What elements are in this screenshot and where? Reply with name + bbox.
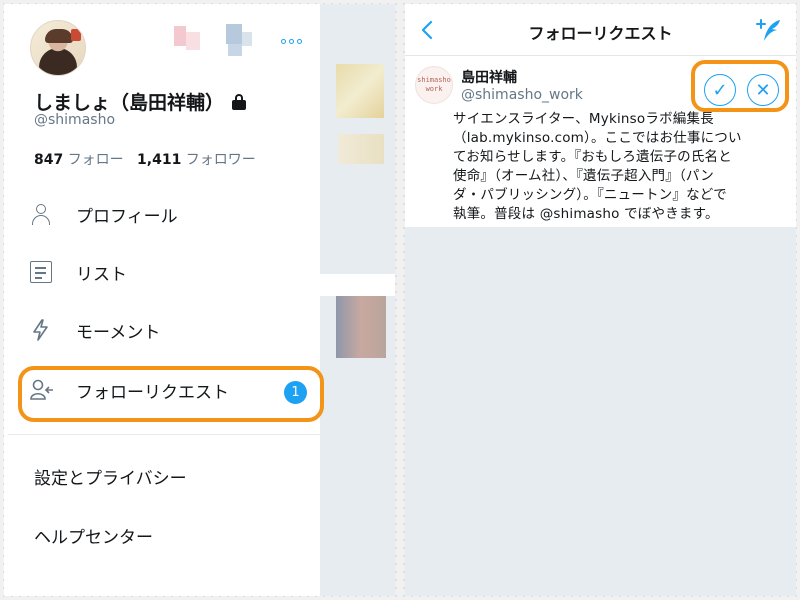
followers-count: 1,411 (137, 152, 182, 168)
avatar-text: work (425, 85, 443, 93)
drawer-divider (8, 434, 320, 435)
menu-item-lists[interactable]: リスト (30, 257, 127, 287)
timeline-separator (320, 274, 395, 296)
menu-item-profile[interactable]: プロフィール (30, 199, 178, 229)
highlight-annotation: ✓ ✕ (691, 60, 789, 112)
bio-line: 執筆。普段は @shimasho でぼやきます。 (453, 206, 719, 222)
lock-icon (232, 93, 247, 110)
more-options-icon[interactable] (278, 32, 304, 50)
blurred-account-avatar[interactable] (226, 24, 242, 44)
requester-handle: @shimasho_work (461, 87, 583, 103)
blurred-account-avatar (186, 32, 200, 50)
followers-stat[interactable]: 1,411 フォロワー (137, 152, 256, 168)
page-title: フォローリクエスト (528, 24, 673, 43)
following-count: 847 (34, 152, 64, 168)
bio-line: ダ・パブリッシング）。『ニュートン』などで (453, 187, 727, 203)
blurred-timeline-thumb (336, 296, 386, 358)
profile-handle: @shimasho (34, 112, 116, 128)
display-name-text: しましょ（島田祥輔） (34, 92, 225, 114)
close-icon: ✕ (755, 79, 771, 101)
blurred-timeline-thumb (338, 134, 384, 164)
requester-name: 島田祥輔 (461, 70, 517, 86)
bio-line: （lab.mykinso.com）。ここではお仕事につい (453, 130, 742, 146)
avatar-text: shimasho (417, 76, 451, 84)
followers-label: フォロワー (185, 152, 256, 168)
menu-item-label: リスト (76, 264, 127, 285)
checkmark-icon: ✓ (712, 79, 728, 101)
profile-avatar[interactable] (30, 20, 86, 76)
accept-request-button[interactable]: ✓ (704, 74, 736, 106)
menu-item-label: プロフィール (76, 206, 178, 227)
blurred-account-avatar (242, 32, 252, 46)
compose-tweet-icon[interactable] (755, 18, 783, 44)
settings-and-privacy-link[interactable]: 設定とプライバシー (34, 464, 187, 489)
requester-bio: サイエンスライター、Mykinsoラボ編集長 （lab.mykinso.com）… (453, 110, 785, 224)
requester-avatar[interactable]: shimasho work (415, 66, 453, 104)
help-center-link[interactable]: ヘルプセンター (34, 523, 153, 548)
blurred-account-avatar[interactable] (174, 26, 186, 46)
bio-line: てお知らせします。『おもしろ遺伝子の氏名と (453, 149, 732, 165)
person-icon (30, 203, 52, 225)
following-stat[interactable]: 847 フォロー (34, 152, 124, 168)
blurred-account-avatar (228, 44, 242, 56)
follow-stats: 847 フォロー 1,411 フォロワー (34, 149, 256, 169)
navigation-bar: フォローリクエスト (405, 4, 796, 56)
profile-display-name: しましょ（島田祥輔） (34, 88, 247, 115)
bio-line: サイエンスライター、Mykinsoラボ編集長 (453, 111, 714, 127)
highlight-annotation (18, 366, 324, 422)
navigation-drawer: しましょ（島田祥輔） @shimasho 847 フォロー 1,411 フォロワ… (4, 4, 395, 596)
blurred-timeline-thumb (336, 64, 384, 118)
lightning-icon (30, 319, 52, 341)
bio-line: 使命』（オーム社）、『遺伝子超入門』（パン (453, 168, 714, 184)
following-label: フォロー (67, 152, 124, 168)
follow-requests-screen: フォローリクエスト shimasho work 島田祥輔 @shimasho_w… (405, 4, 796, 596)
decline-request-button[interactable]: ✕ (747, 74, 779, 106)
follow-request-card: shimasho work 島田祥輔 @shimasho_work サイエンスラ… (405, 56, 796, 227)
menu-item-label: モーメント (76, 322, 161, 343)
list-icon (30, 261, 52, 283)
menu-item-moments[interactable]: モーメント (30, 315, 160, 345)
